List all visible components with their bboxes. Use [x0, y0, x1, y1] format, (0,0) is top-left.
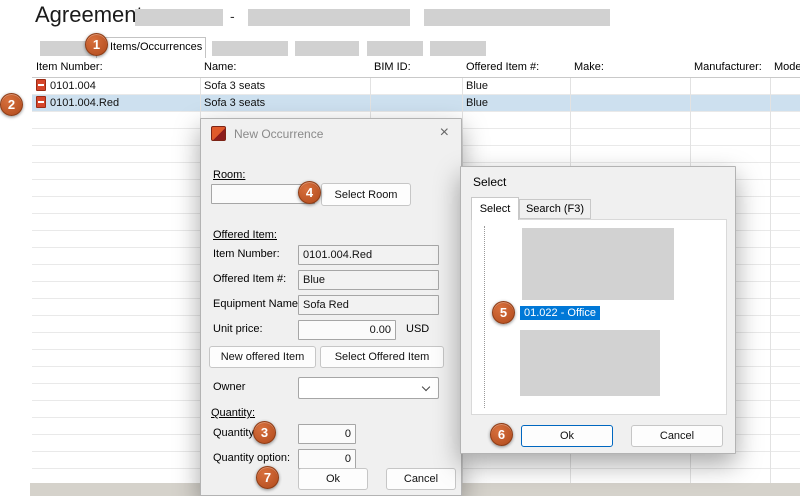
dialog-title: New Occurrence	[234, 127, 323, 141]
unit-price-field[interactable]	[298, 320, 396, 340]
cell-name: Sofa 3 seats	[200, 95, 370, 111]
quantity-input[interactable]	[298, 424, 356, 444]
app-icon	[211, 126, 226, 141]
new-offered-item-button[interactable]: New offered Item	[209, 346, 316, 368]
table-row[interactable]: 0101.004 Sofa 3 seats Blue	[32, 78, 800, 95]
redacted-agreement-number	[135, 9, 223, 26]
close-icon[interactable]: ×	[440, 124, 449, 142]
column-header-model[interactable]: Model:	[770, 58, 800, 77]
owner-combobox[interactable]	[298, 377, 439, 399]
item-number-label: Item Number:	[213, 248, 280, 260]
column-header-make[interactable]: Make:	[570, 58, 690, 77]
equipment-name-field[interactable]	[298, 295, 439, 315]
cell-item-number: 0101.004	[32, 78, 200, 94]
table-row-selected[interactable]: 0101.004.Red Sofa 3 seats Blue	[32, 95, 800, 112]
cell-manufacturer	[690, 95, 770, 111]
tree-guide-line	[484, 226, 485, 408]
offered-item-number-label: Offered Item #:	[213, 273, 286, 285]
dialog-title: Select	[473, 175, 506, 189]
cell-name: Sofa 3 seats	[200, 78, 370, 94]
redacted-agreement-name	[248, 9, 410, 26]
cell-model	[770, 95, 800, 111]
item-number-text: 0101.004	[50, 80, 96, 92]
callout-2: 2	[0, 93, 23, 116]
equipment-name-label: Equipment Name:	[213, 298, 301, 310]
tab-redacted-3[interactable]	[295, 41, 359, 56]
tree-item-redacted[interactable]	[522, 228, 674, 300]
owner-label: Owner	[213, 381, 245, 393]
ok-button[interactable]: Ok	[521, 425, 613, 447]
tab-redacted-5[interactable]	[430, 41, 486, 56]
tree-item-redacted[interactable]	[520, 330, 660, 396]
select-offered-item-button[interactable]: Select Offered Item	[320, 346, 444, 368]
callout-1: 1	[85, 33, 108, 56]
cell-bim-id	[370, 95, 462, 111]
room-section-label: Room:	[213, 169, 245, 181]
column-header-offered-item[interactable]: Offered Item #:	[462, 58, 570, 77]
callout-3: 3	[253, 421, 276, 444]
offered-item-number-field[interactable]	[298, 270, 439, 290]
tab-select[interactable]: Select	[471, 197, 519, 220]
callout-6: 6	[490, 423, 513, 446]
offered-item-section-label: Offered Item:	[213, 229, 277, 241]
tab-search-f3[interactable]: Search (F3)	[519, 199, 591, 219]
item-number-text: 0101.004.Red	[50, 97, 119, 109]
tab-redacted-4[interactable]	[367, 41, 423, 56]
cell-bim-id	[370, 78, 462, 94]
cancel-button[interactable]: Cancel	[386, 468, 456, 490]
quantity-option-input[interactable]	[298, 449, 356, 469]
cell-make	[570, 95, 690, 111]
quantity-option-label: Quantity option:	[213, 452, 290, 464]
ok-button[interactable]: Ok	[298, 468, 368, 490]
table-header: Item Number: Name: BIM ID: Offered Item …	[32, 58, 800, 78]
column-header-bim-id[interactable]: BIM ID:	[370, 58, 462, 77]
column-header-item-number[interactable]: Item Number:	[32, 58, 200, 77]
cell-manufacturer	[690, 78, 770, 94]
tab-items-occurrences[interactable]: Items/Occurrences	[96, 37, 206, 58]
redacted-agreement-detail	[424, 9, 610, 26]
tab-redacted-2[interactable]	[212, 41, 288, 56]
callout-7: 7	[256, 466, 279, 489]
cell-offered-item: Blue	[462, 78, 570, 94]
currency-label: USD	[406, 323, 429, 335]
item-document-icon	[36, 79, 46, 91]
quantity-label: Quantity:	[213, 427, 257, 439]
item-number-field[interactable]	[298, 245, 439, 265]
unit-price-label: Unit price:	[213, 323, 263, 335]
column-header-manufacturer[interactable]: Manufacturer:	[690, 58, 770, 77]
column-header-name[interactable]: Name:	[200, 58, 370, 77]
item-document-icon	[36, 96, 46, 108]
cell-model	[770, 78, 800, 94]
select-room-button[interactable]: Select Room	[321, 183, 411, 206]
title-separator: -	[230, 8, 235, 24]
app-window: Agreement: - Items/Occurrences Item Numb…	[0, 0, 800, 496]
callout-5: 5	[492, 301, 515, 324]
cell-offered-item: Blue	[462, 95, 570, 111]
quantity-section-label: Quantity:	[211, 407, 255, 419]
dialog-titlebar[interactable]: New Occurrence ×	[201, 119, 461, 149]
chevron-down-icon	[422, 383, 430, 391]
cell-make	[570, 78, 690, 94]
cancel-button[interactable]: Cancel	[631, 425, 723, 447]
cell-item-number: 0101.004.Red	[32, 95, 200, 111]
new-occurrence-dialog: New Occurrence × Room: Select Room Offer…	[200, 118, 462, 496]
page-title: Agreement:	[35, 2, 149, 28]
callout-4: 4	[298, 181, 321, 204]
tree-item-selected[interactable]: 01.022 - Office	[520, 306, 600, 320]
